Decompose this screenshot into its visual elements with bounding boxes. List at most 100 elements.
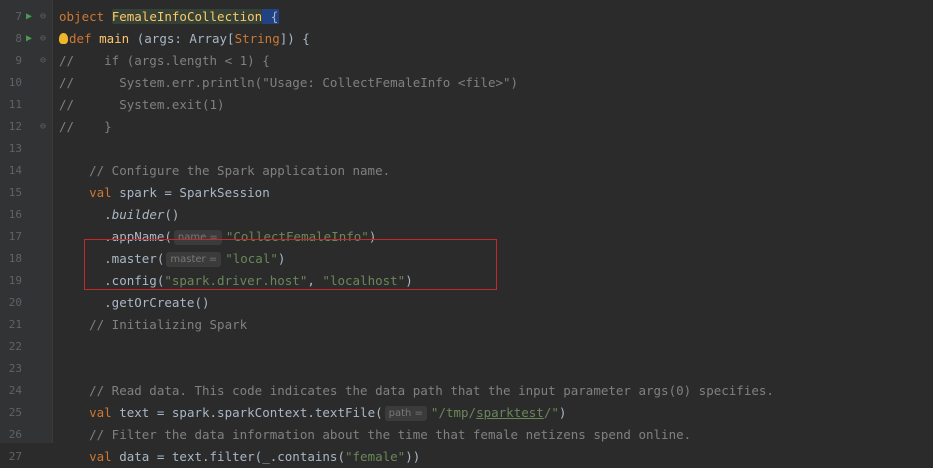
line-number: 27 <box>8 450 22 463</box>
code-line[interactable] <box>53 358 933 380</box>
code-token: val <box>59 185 120 200</box>
code-line[interactable]: // if (args.length < 1) { <box>53 50 933 72</box>
run-gutter-icon[interactable]: ▶ <box>26 6 38 28</box>
lightbulb-icon[interactable] <box>59 33 68 44</box>
code-token: object <box>59 9 112 24</box>
code-token: () <box>164 207 180 222</box>
code-line-text: // Read data. This code indicates the da… <box>59 380 774 402</box>
code-token: "localhost" <box>322 273 406 288</box>
code-token: /" <box>543 405 559 420</box>
code-line[interactable]: .appName(name = "CollectFemaleInfo") <box>53 226 933 248</box>
code-line[interactable]: // System.exit(1) <box>53 94 933 116</box>
code-token: main <box>99 31 130 46</box>
code-token: builder <box>111 207 165 222</box>
line-number: 11 <box>8 98 22 111</box>
code-line[interactable]: def main (args: Array[String]) { <box>53 28 933 50</box>
code-token: ) <box>558 405 567 420</box>
code-line-text: // Configure the Spark application name. <box>59 160 390 182</box>
code-line[interactable]: object FemaleInfoCollection { <box>53 6 933 28</box>
code-token: "/tmp/ <box>430 405 477 420</box>
line-number: 10 <box>8 76 22 89</box>
code-token: sparktest <box>476 405 544 420</box>
code-line-text: // if (args.length < 1) { <box>59 50 270 72</box>
line-number: 16 <box>8 208 22 221</box>
code-line[interactable] <box>53 336 933 358</box>
code-token: // Initializing Spark <box>59 317 248 332</box>
code-line[interactable]: // } <box>53 116 933 138</box>
code-line-text: val text = spark.sparkContext.textFile(p… <box>59 402 566 424</box>
line-number: 12 <box>8 120 22 133</box>
code-line[interactable]: .getOrCreate() <box>53 292 933 314</box>
fold-marker-icon[interactable]: ⊖ <box>40 28 50 50</box>
code-line-text: // Initializing Spark <box>59 314 247 336</box>
code-token: .getOrCreate() <box>59 295 210 310</box>
code-line[interactable]: // Read data. This code indicates the da… <box>53 380 933 402</box>
code-token: , <box>307 273 323 288</box>
code-token: . <box>59 207 112 222</box>
line-number: 23 <box>8 362 22 375</box>
line-number: 9 <box>15 54 22 67</box>
code-token: "local" <box>225 251 278 266</box>
code-token: )) <box>405 449 421 464</box>
code-line-text: // System.exit(1) <box>59 94 225 116</box>
code-token: // if (args.length < 1) { <box>59 53 270 68</box>
code-line-text: .builder() <box>59 204 179 226</box>
line-number: 14 <box>8 164 22 177</box>
code-line-text: .getOrCreate() <box>59 292 210 314</box>
code-token: String <box>234 31 280 46</box>
code-token: val <box>59 405 120 420</box>
code-line-text: val data = text.filter(_.contains("femal… <box>59 446 420 468</box>
fold-marker-icon[interactable]: ⊖ <box>40 6 50 28</box>
code-token: val <box>59 449 120 464</box>
line-number: 7 <box>15 10 22 23</box>
code-token: spark = SparkSession <box>119 185 270 200</box>
fold-marker-icon[interactable]: ⊖ <box>40 116 50 138</box>
code-line[interactable]: // Initializing Spark <box>53 314 933 336</box>
code-line-text: def main (args: Array[String]) { <box>59 28 310 50</box>
code-token: // } <box>59 119 112 134</box>
code-line[interactable]: // System.err.println("Usage: CollectFem… <box>53 72 933 94</box>
code-line[interactable]: .config("spark.driver.host", "localhost"… <box>53 270 933 292</box>
code-token: // Filter the data information about the… <box>59 427 692 442</box>
code-token: .appName( <box>59 229 172 244</box>
code-token: // Configure the Spark application name. <box>59 163 391 178</box>
code-line[interactable]: .builder() <box>53 204 933 226</box>
code-token: { <box>262 9 280 24</box>
line-number: 18 <box>8 252 22 265</box>
code-line-text: val spark = SparkSession <box>59 182 270 204</box>
code-line[interactable]: .master(master = "local") <box>53 248 933 270</box>
code-line-text: .config("spark.driver.host", "localhost"… <box>59 270 413 292</box>
code-line-text: // System.err.println("Usage: CollectFem… <box>59 72 518 94</box>
code-token: // System.exit(1) <box>59 97 225 112</box>
line-number: 8 <box>15 32 22 45</box>
code-line[interactable]: // Configure the Spark application name. <box>53 160 933 182</box>
code-line[interactable] <box>53 138 933 160</box>
code-line[interactable]: val spark = SparkSession <box>53 182 933 204</box>
code-token: // System.err.println("Usage: CollectFem… <box>59 75 519 90</box>
line-number: 19 <box>8 274 22 287</box>
code-token: // Read data. This code indicates the da… <box>59 383 774 398</box>
run-gutter-icon[interactable]: ▶ <box>26 28 38 50</box>
line-number-gutter: 7 ▶ ⊖ 8 ▶ ⊖ 9 ⊖ 10 11 12 ⊖ 13 14 15 16 17 18 19 20 21 22 23 24 2… <box>0 0 53 463</box>
code-token: data = text.filter(_.contains( <box>119 449 345 464</box>
code-editor[interactable]: 7 ▶ ⊖ 8 ▶ ⊖ 9 ⊖ 10 11 12 ⊖ 13 14 15 16 17 18 19 20 21 22 23 24 2… <box>0 0 933 464</box>
code-line-text: object FemaleInfoCollection { <box>59 6 280 28</box>
code-line-text: .appName(name = "CollectFemaleInfo") <box>59 226 376 248</box>
code-token: ]) { <box>279 31 310 46</box>
parameter-hint: name = <box>173 230 222 245</box>
code-token: "female" <box>345 449 406 464</box>
code-line-text: // } <box>59 116 112 138</box>
line-number: 24 <box>8 384 22 397</box>
code-token: ) <box>405 273 413 288</box>
code-token: text = spark.sparkContext.textFile( <box>119 405 383 420</box>
code-token: (args: Array[ <box>129 31 235 46</box>
code-line[interactable]: val text = spark.sparkContext.textFile(p… <box>53 402 933 424</box>
parameter-hint: path = <box>384 406 427 421</box>
fold-marker-icon[interactable]: ⊖ <box>40 50 50 72</box>
code-line-text: .master(master = "local") <box>59 248 285 270</box>
code-line[interactable]: val data = text.filter(_.contains("femal… <box>53 446 933 468</box>
code-area[interactable]: object FemaleInfoCollection {def main (a… <box>53 0 933 464</box>
code-token: .master( <box>59 251 165 266</box>
line-number: 15 <box>8 186 22 199</box>
code-token: "spark.driver.host" <box>164 273 308 288</box>
